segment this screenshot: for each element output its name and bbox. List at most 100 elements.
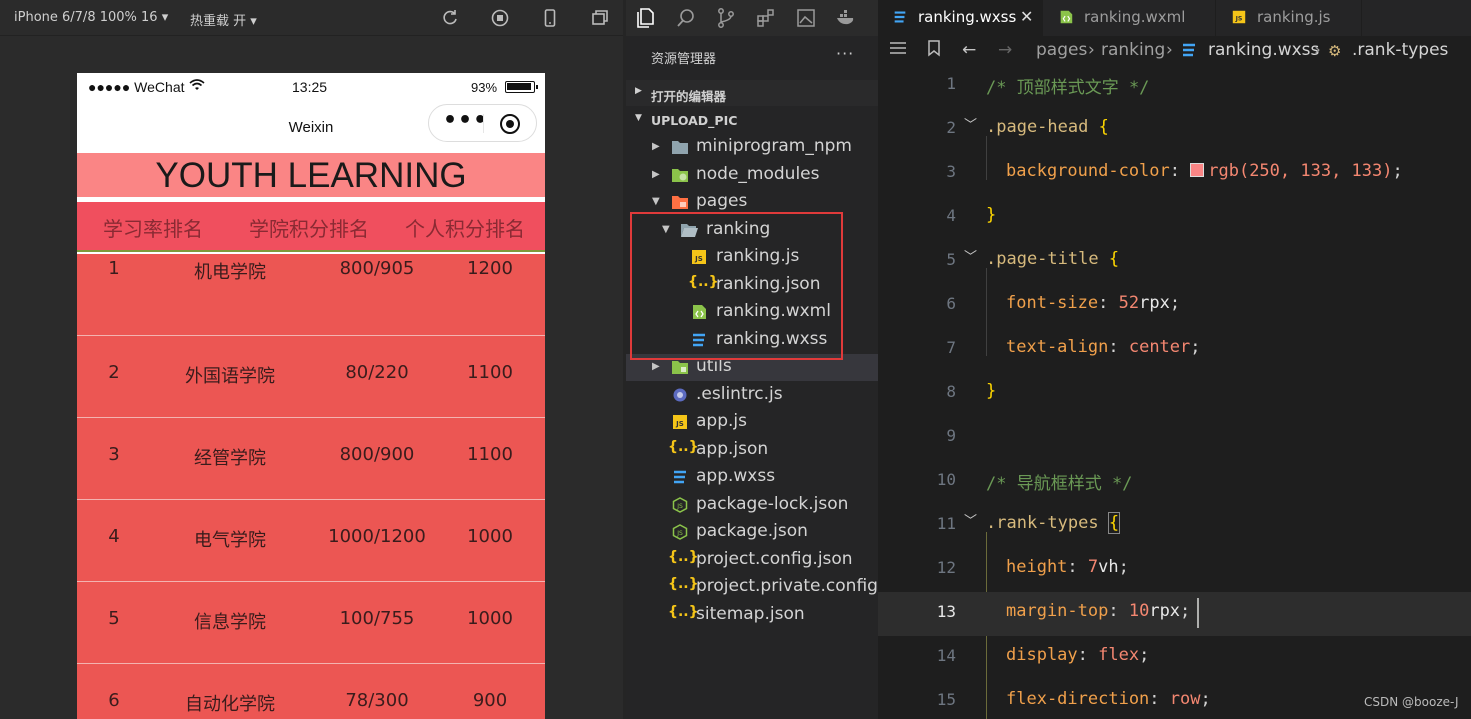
code-comment: /* 导航框样式 */ bbox=[986, 474, 1133, 494]
window-icon[interactable] bbox=[590, 8, 610, 28]
close-icon[interactable]: ✕ bbox=[1020, 7, 1033, 26]
pages-folder-icon bbox=[672, 196, 688, 209]
tab-ranking-wxml[interactable]: ranking.wxml bbox=[1044, 0, 1216, 36]
tree-label: pages bbox=[696, 191, 748, 211]
annotation-highlight-box bbox=[630, 212, 843, 360]
forward-arrow-icon[interactable]: → bbox=[998, 40, 1012, 60]
tab-college-score[interactable]: 学院积分排名 bbox=[249, 213, 369, 242]
fold-chevron-icon[interactable]: ﹀ bbox=[964, 510, 977, 529]
rank-row[interactable]: 1 机电学院 800/905 1200 bbox=[77, 254, 545, 336]
study-ratio: 100/755 bbox=[339, 608, 415, 629]
tree-folder-miniprogram-npm[interactable]: ▶ miniprogram_npm bbox=[626, 134, 878, 161]
chevron-right-icon: ▶ bbox=[652, 141, 660, 152]
more-dots-icon[interactable]: ••• bbox=[443, 110, 488, 132]
tree-file-app-wxss[interactable]: app.wxss bbox=[626, 464, 878, 491]
tab-personal-score[interactable]: 个人积分排名 bbox=[405, 213, 525, 242]
code-line[interactable]: 14 display: flex; bbox=[878, 636, 1471, 680]
breadcrumb-file[interactable]: ranking.wxss bbox=[1208, 40, 1319, 60]
close-miniprogram-icon[interactable] bbox=[500, 114, 520, 134]
capsule-menu: ••• bbox=[428, 104, 537, 142]
line-number: 9 bbox=[946, 426, 956, 445]
line-number: 6 bbox=[946, 294, 956, 313]
css-unit: rpx bbox=[1149, 601, 1181, 621]
line-number: 11 bbox=[936, 514, 956, 533]
svg-text:JS: JS bbox=[675, 420, 684, 428]
code-line[interactable]: 10 /* 导航框样式 */ bbox=[878, 460, 1471, 504]
tree-file-project-private-config[interactable]: {..} project.private.config.... bbox=[626, 574, 900, 601]
line-number: 7 bbox=[946, 338, 956, 357]
tree-file-sitemap[interactable]: {..} sitemap.json bbox=[626, 602, 878, 629]
more-actions-button[interactable]: ··· bbox=[836, 44, 854, 63]
chevron-down-icon: ▼ bbox=[652, 196, 660, 207]
chevron-right-icon: ▶ bbox=[652, 361, 660, 372]
tree-label: miniprogram_npm bbox=[696, 136, 852, 156]
tree-label: app.js bbox=[696, 411, 747, 431]
rank-row[interactable]: 4 电气学院 1000/1200 1000 bbox=[77, 500, 545, 582]
tab-ranking-js[interactable]: JS ranking.js bbox=[1217, 0, 1362, 36]
tree-file-project-config[interactable]: {..} project.config.json bbox=[626, 547, 878, 574]
rank-row[interactable]: 2 外国语学院 80/220 1100 bbox=[77, 336, 545, 418]
hot-reload-toggle[interactable]: 热重载 开 ▾ bbox=[190, 10, 257, 29]
json-file-icon: {..} bbox=[668, 439, 699, 455]
bookmark-icon[interactable] bbox=[926, 39, 942, 62]
image-icon[interactable] bbox=[794, 6, 818, 30]
code-line[interactable]: 9 bbox=[878, 416, 1471, 460]
refresh-icon[interactable] bbox=[440, 8, 460, 28]
files-icon[interactable] bbox=[634, 6, 658, 30]
code-line[interactable]: 6 font-size: 52rpx; bbox=[878, 284, 1471, 328]
code-line[interactable]: 12 height: 7vh; bbox=[878, 548, 1471, 592]
back-arrow-icon[interactable]: ← bbox=[962, 40, 976, 60]
code-line[interactable]: 11 ﹀ .rank-types { bbox=[878, 504, 1471, 548]
css-property: text-align bbox=[1006, 337, 1109, 357]
tree-file-package-lock[interactable]: JS package-lock.json bbox=[626, 492, 878, 519]
breadcrumb-ranking[interactable]: ranking bbox=[1101, 40, 1165, 60]
tree-file-package-json[interactable]: JS package.json bbox=[626, 519, 878, 546]
brace: } bbox=[986, 381, 997, 401]
docker-icon[interactable] bbox=[834, 6, 858, 30]
open-editors-section[interactable]: ▶ 打开的编辑器 bbox=[626, 80, 878, 106]
fold-chevron-icon[interactable]: ﹀ bbox=[964, 246, 977, 265]
rank-row[interactable]: 6 自动化学院 78/300 900 bbox=[77, 664, 545, 719]
list-icon[interactable] bbox=[888, 39, 908, 62]
rank-row[interactable]: 5 信息学院 100/755 1000 bbox=[77, 582, 545, 664]
code-line[interactable]: 4 } bbox=[878, 196, 1471, 240]
code-line[interactable]: 7 text-align: center; bbox=[878, 328, 1471, 372]
code-area[interactable]: 1 /* 顶部样式文字 */ 2 ﹀ .page-head { 3 backgr… bbox=[878, 64, 1471, 719]
npm-file-icon: JS bbox=[672, 497, 688, 513]
college-name: 外国语学院 bbox=[185, 366, 275, 387]
phone-icon[interactable] bbox=[540, 8, 560, 28]
css-value: flex bbox=[1098, 645, 1140, 665]
tree-label: project.config.json bbox=[696, 549, 853, 569]
tab-study-rate[interactable]: 学习率排名 bbox=[103, 213, 203, 242]
study-ratio: 78/300 bbox=[345, 690, 409, 711]
tree-file-eslintrc[interactable]: .eslintrc.js bbox=[626, 382, 878, 409]
rank-row[interactable]: 3 经管学院 800/900 1100 bbox=[77, 418, 545, 500]
code-line[interactable]: 2 ﹀ .page-head { bbox=[878, 108, 1471, 152]
device-select[interactable]: iPhone 6/7/8 100% 16 ▾ bbox=[14, 10, 168, 25]
tree-file-app-json[interactable]: {..} app.json bbox=[626, 437, 878, 464]
code-line[interactable]: 5 ﹀ .page-title { bbox=[878, 240, 1471, 284]
svg-text:JS: JS bbox=[676, 530, 683, 537]
fold-chevron-icon[interactable]: ﹀ bbox=[964, 114, 977, 133]
breadcrumb-symbol[interactable]: .rank-types bbox=[1352, 40, 1448, 60]
stop-icon[interactable] bbox=[490, 8, 510, 28]
css-property: flex-direction bbox=[1006, 689, 1150, 709]
line-number: 8 bbox=[946, 382, 956, 401]
tree-folder-node-modules[interactable]: ▶ node_modules bbox=[626, 162, 878, 189]
extensions-icon[interactable] bbox=[754, 6, 778, 30]
tree-file-app-js[interactable]: JS app.js bbox=[626, 409, 878, 436]
code-line-current[interactable]: 13 margin-top: 10rpx; bbox=[878, 592, 1471, 636]
color-swatch[interactable] bbox=[1190, 163, 1205, 177]
js-file-icon: JS bbox=[673, 415, 687, 429]
code-line[interactable]: 3 background-color: rgb(250, 133, 133); bbox=[878, 152, 1471, 196]
code-line[interactable]: 1 /* 顶部样式文字 */ bbox=[878, 64, 1471, 108]
breadcrumb-pages[interactable]: pages bbox=[1036, 40, 1087, 60]
phone-screen: ●●●●● WeChat 13:25 93% Weixin ••• YOUTH … bbox=[77, 73, 545, 719]
tab-ranking-wxss[interactable]: ranking.wxss ✕ bbox=[878, 0, 1043, 36]
study-ratio: 1000/1200 bbox=[328, 526, 426, 547]
source-control-icon[interactable] bbox=[714, 6, 738, 30]
search-icon[interactable] bbox=[674, 6, 698, 30]
explorer-panel: 资源管理器 ··· ▶ 打开的编辑器 ▼ UPLOAD_PIC ▶ minipr… bbox=[626, 0, 900, 719]
code-line[interactable]: 8 } bbox=[878, 372, 1471, 416]
project-root-section[interactable]: ▼ UPLOAD_PIC bbox=[626, 107, 878, 133]
